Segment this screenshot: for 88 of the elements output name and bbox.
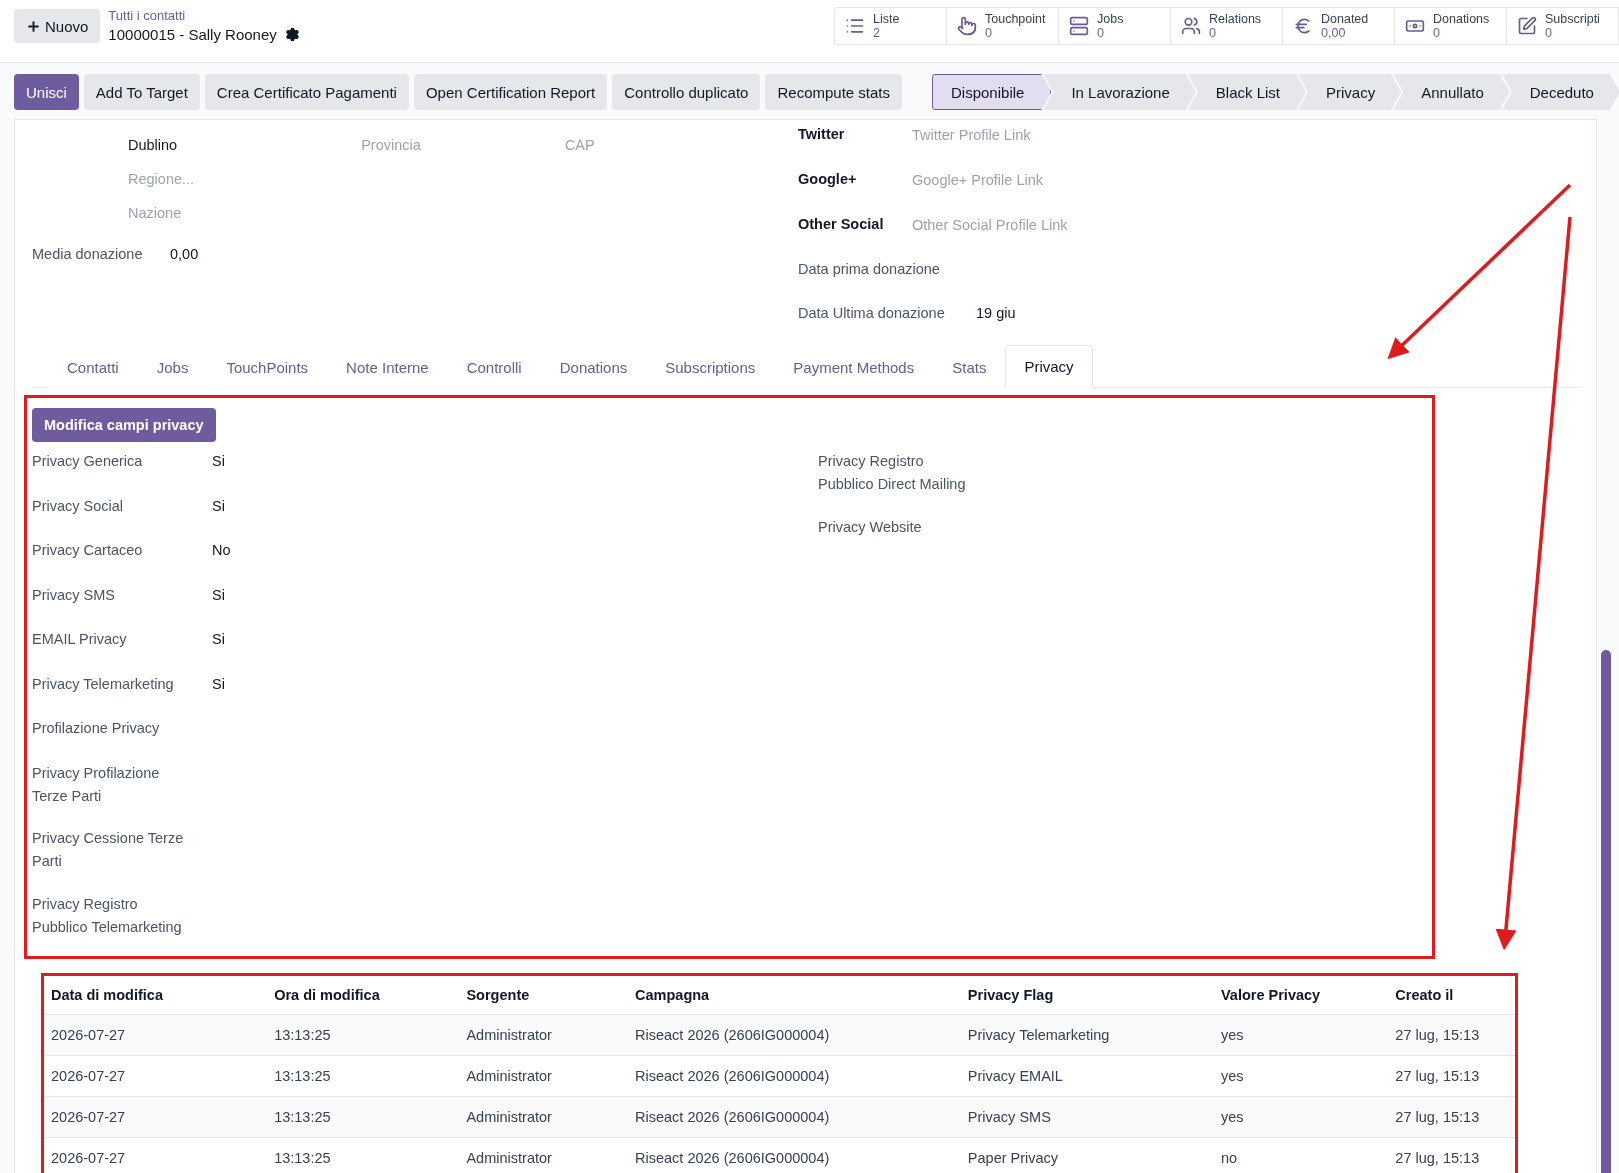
- table-cell: 2026-07-27: [44, 1014, 268, 1056]
- field-label: Privacy Registro Pubblico Telemarketing: [32, 894, 183, 937]
- field-label: Media donazione: [32, 244, 144, 264]
- field-value: Si: [212, 585, 225, 605]
- column-header: Campagna: [628, 976, 961, 1015]
- status-stage[interactable]: Deceduto: [1501, 74, 1619, 110]
- field-label: Privacy Telemarketing: [32, 674, 175, 694]
- table-cell: Privacy SMS: [960, 1096, 1214, 1138]
- server-icon: [1069, 16, 1089, 36]
- table-cell: yes: [1214, 1014, 1389, 1056]
- table-cell: 27 lug, 15:13: [1388, 1096, 1515, 1138]
- new-button[interactable]: Nuovo: [14, 9, 101, 43]
- column-header: Ora di modifica: [267, 976, 460, 1015]
- action-button[interactable]: Recompute stats: [765, 74, 902, 110]
- table-cell: 27 lug, 15:13: [1388, 1014, 1515, 1056]
- field-value: Si: [212, 496, 225, 516]
- status-stage[interactable]: Disponibile: [932, 74, 1052, 110]
- field-value: 19 giu: [976, 305, 1016, 321]
- action-button[interactable]: Open Certification Report: [413, 74, 608, 110]
- table-cell: yes: [1214, 1055, 1389, 1097]
- action-button[interactable]: Crea Certificato Pagamenti: [204, 74, 409, 110]
- field-label: Privacy SMS: [32, 585, 116, 605]
- breadcrumb-link[interactable]: Tutti i contatti: [108, 8, 300, 23]
- table-cell: 27 lug, 15:13: [1388, 1137, 1515, 1173]
- field-value: Si: [212, 452, 225, 471]
- plus-icon: [26, 18, 41, 34]
- table-cell: Riseact 2026 (2606IG000004): [628, 1055, 961, 1097]
- table-cell: 27 lug, 15:13: [1388, 1055, 1515, 1097]
- table-cell: Paper Privacy: [960, 1137, 1214, 1173]
- column-header: Sorgente: [459, 976, 629, 1015]
- field-label: Privacy Registro Pubblico Direct Mailing: [818, 452, 967, 494]
- status-stage[interactable]: Annullato: [1393, 74, 1510, 110]
- scrollbar-thumb[interactable]: [1601, 650, 1611, 1173]
- status-stage[interactable]: Black List: [1187, 74, 1306, 110]
- column-header: Data di modifica: [44, 976, 268, 1015]
- settings-icon[interactable]: [284, 27, 300, 42]
- record-title: 10000015 - Sally Rooney: [108, 26, 277, 43]
- city-value: Dublino: [128, 137, 179, 153]
- action-button[interactable]: Controllo duplicato: [612, 74, 761, 110]
- field-label: EMAIL Privacy: [32, 630, 128, 650]
- tab[interactable]: Privacy: [1005, 345, 1093, 388]
- table-cell: Privacy Telemarketing: [960, 1014, 1214, 1056]
- people-icon: [1181, 16, 1201, 36]
- field-label: Privacy Social: [32, 496, 125, 516]
- field-label: Google+: [798, 170, 858, 189]
- table-cell: Riseact 2026 (2606IG000004): [628, 1096, 961, 1138]
- pointer-hand-icon: [957, 16, 977, 36]
- table-cell: 13:13:25: [267, 1137, 460, 1173]
- field-label: Twitter: [798, 125, 846, 144]
- table-cell: Riseact 2026 (2606IG000004): [628, 1137, 961, 1173]
- field-value: Si: [212, 630, 225, 650]
- field-value: No: [212, 541, 231, 561]
- pen-square-icon: [1517, 16, 1537, 36]
- field-label: Privacy Generica: [32, 452, 144, 471]
- field-label: Privacy Cartaceo: [32, 541, 144, 561]
- table-cell: 2026-07-27: [44, 1137, 268, 1173]
- table-cell: Administrator: [459, 1055, 629, 1097]
- list-icon: [845, 16, 865, 36]
- status-stage[interactable]: Privacy: [1298, 74, 1402, 110]
- field-label: Other Social: [798, 215, 885, 234]
- table-cell: 2026-07-27: [44, 1096, 268, 1138]
- table-cell: Administrator: [459, 1096, 629, 1138]
- stat-button[interactable]: Liste 2: [835, 8, 947, 44]
- field-value: 0,00: [170, 246, 199, 262]
- action-button[interactable]: Unisci: [14, 74, 79, 110]
- field-label: Privacy Cessione Terze Parti: [32, 829, 185, 872]
- table-cell: Privacy EMAIL: [960, 1055, 1214, 1097]
- field-label: Privacy Website: [818, 518, 923, 537]
- column-header: Privacy Flag: [960, 976, 1214, 1015]
- table-cell: 2026-07-27: [44, 1055, 268, 1097]
- table-cell: Riseact 2026 (2606IG000004): [628, 1014, 961, 1056]
- field-label: Data Ultima donazione: [798, 303, 946, 323]
- field-label: Profilazione Privacy: [32, 719, 161, 739]
- field-label: Privacy Profilazione Terze Parti: [32, 763, 161, 806]
- field-value: Si: [212, 674, 225, 694]
- table-cell: Administrator: [459, 1014, 629, 1056]
- table-cell: no: [1214, 1137, 1389, 1173]
- column-header: Creato il: [1388, 976, 1515, 1015]
- field-label: Data prima donazione: [798, 259, 941, 279]
- table-cell: 13:13:25: [267, 1055, 460, 1097]
- edit-privacy-button[interactable]: Modifica campi privacy: [32, 408, 216, 442]
- status-stage[interactable]: In Lavorazione: [1043, 74, 1196, 110]
- table-cell: yes: [1214, 1096, 1389, 1138]
- table-cell: Administrator: [459, 1137, 629, 1173]
- column-header: Valore Privacy: [1214, 976, 1389, 1015]
- table-cell: 13:13:25: [267, 1096, 460, 1138]
- action-button[interactable]: Add To Target: [83, 74, 200, 110]
- table-cell: 13:13:25: [267, 1014, 460, 1056]
